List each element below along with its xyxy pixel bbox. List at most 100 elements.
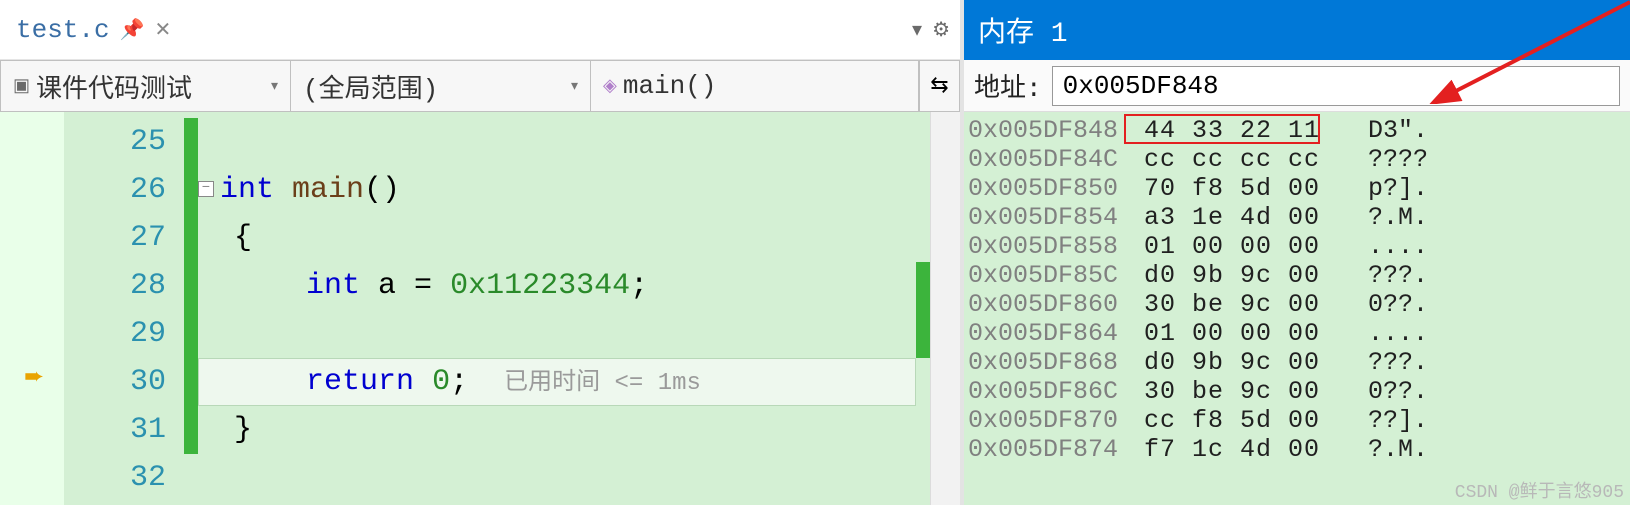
memory-row: 0x005DF874 f7 1c 4d 00 ?.M. bbox=[968, 435, 1626, 464]
line-number: 29 bbox=[64, 310, 166, 358]
line-number: 30 bbox=[64, 358, 166, 406]
memory-row: 0x005DF850 70 f8 5d 00 p?]. bbox=[968, 174, 1626, 203]
memory-address: 0x005DF860 bbox=[968, 290, 1128, 319]
memory-ascii: ??]. bbox=[1338, 406, 1428, 435]
function-scope-dropdown[interactable]: ◈ main() bbox=[591, 61, 919, 111]
code-line bbox=[198, 310, 930, 358]
code-line: −int main() bbox=[198, 166, 930, 214]
function-icon: ◈ bbox=[603, 75, 617, 97]
global-scope-dropdown[interactable]: (全局范围) ▾ bbox=[291, 61, 591, 111]
memory-row: 0x005DF860 30 be 9c 00 0??. bbox=[968, 290, 1626, 319]
memory-bytes: 30 be 9c 00 bbox=[1128, 377, 1338, 406]
code-line: return 0; 已用时间 <= 1ms bbox=[198, 358, 930, 406]
file-tab[interactable]: test.c 📌 ✕ bbox=[16, 15, 171, 45]
execution-pointer-icon: ➨ bbox=[24, 362, 44, 392]
memory-row: 0x005DF870 cc f8 5d 00 ??]. bbox=[968, 406, 1626, 435]
memory-bytes: 30 be 9c 00 bbox=[1128, 290, 1338, 319]
memory-address: 0x005DF870 bbox=[968, 406, 1128, 435]
pin-icon[interactable]: 📌 bbox=[120, 17, 145, 43]
code-area: ➨ 25 26 27 28 29 30 31 32 −int main() { … bbox=[0, 112, 960, 505]
scope-label: 课件代码测试 bbox=[36, 68, 192, 105]
memory-bytes: 01 00 00 00 bbox=[1128, 319, 1338, 348]
memory-ascii: D3". bbox=[1338, 116, 1428, 145]
code-line bbox=[198, 454, 930, 502]
fold-toggle-icon[interactable]: − bbox=[198, 181, 214, 197]
memory-ascii: ???? bbox=[1338, 145, 1428, 174]
memory-row: 0x005DF858 01 00 00 00 .... bbox=[968, 232, 1626, 261]
vertical-scrollbar[interactable] bbox=[930, 112, 960, 505]
line-number: 25 bbox=[64, 118, 166, 166]
memory-bytes: cc cc cc cc bbox=[1128, 145, 1338, 174]
line-number-gutter: 25 26 27 28 29 30 31 32 bbox=[64, 112, 184, 505]
memory-ascii: ???. bbox=[1338, 261, 1428, 290]
memory-dump[interactable]: 0x005DF848 44 33 22 11 D3".0x005DF84C cc… bbox=[964, 112, 1630, 505]
memory-panel-title[interactable]: 内存 1 bbox=[964, 0, 1630, 60]
memory-address: 0x005DF86C bbox=[968, 377, 1128, 406]
line-number: 27 bbox=[64, 214, 166, 262]
memory-ascii: 0??. bbox=[1338, 290, 1428, 319]
memory-bytes: 44 33 22 11 bbox=[1128, 116, 1338, 145]
address-input[interactable] bbox=[1052, 66, 1620, 106]
memory-address: 0x005DF850 bbox=[968, 174, 1128, 203]
line-number: 31 bbox=[64, 406, 166, 454]
memory-row: 0x005DF864 01 00 00 00 .... bbox=[968, 319, 1626, 348]
scope-label: main() bbox=[623, 71, 717, 101]
chevron-down-icon: ▾ bbox=[271, 78, 278, 95]
memory-bytes: d0 9b 9c 00 bbox=[1128, 348, 1338, 377]
memory-address: 0x005DF874 bbox=[968, 435, 1128, 464]
memory-ascii: p?]. bbox=[1338, 174, 1428, 203]
memory-panel: 内存 1 地址: 0x005DF848 44 33 22 11 D3".0x00… bbox=[960, 0, 1630, 505]
memory-ascii: ?.M. bbox=[1338, 203, 1428, 232]
line-number: 26 bbox=[64, 166, 166, 214]
modification-gutter bbox=[184, 112, 198, 505]
swap-icon: ⇆ bbox=[930, 73, 948, 99]
timing-hint: 已用时间 <= 1ms bbox=[504, 370, 701, 397]
memory-bytes: a3 1e 4d 00 bbox=[1128, 203, 1338, 232]
memory-address: 0x005DF84C bbox=[968, 145, 1128, 174]
title-text: 内存 1 bbox=[978, 10, 1068, 50]
code-line bbox=[198, 118, 930, 166]
breakpoint-gutter[interactable]: ➨ bbox=[0, 112, 64, 505]
memory-row: 0x005DF868 d0 9b 9c 00 ???. bbox=[968, 348, 1626, 377]
code-body[interactable]: −int main() { int a = 0x11223344; return… bbox=[198, 112, 930, 505]
memory-address: 0x005DF864 bbox=[968, 319, 1128, 348]
memory-ascii: 0??. bbox=[1338, 377, 1428, 406]
memory-bytes: cc f8 5d 00 bbox=[1128, 406, 1338, 435]
code-editor-pane: test.c 📌 ✕ ▾ ⚙ ▣ 课件代码测试 ▾ (全局范围) ▾ ◈ mai… bbox=[0, 0, 960, 505]
memory-address-row: 地址: bbox=[964, 60, 1630, 112]
code-line: { bbox=[198, 214, 930, 262]
memory-address: 0x005DF868 bbox=[968, 348, 1128, 377]
scope-label: (全局范围) bbox=[303, 68, 438, 105]
memory-row: 0x005DF84C cc cc cc cc ???? bbox=[968, 145, 1626, 174]
chevron-down-icon: ▾ bbox=[571, 78, 578, 95]
memory-row: 0x005DF85C d0 9b 9c 00 ???. bbox=[968, 261, 1626, 290]
gear-icon[interactable]: ⚙ bbox=[932, 17, 950, 43]
memory-ascii: ???. bbox=[1338, 348, 1428, 377]
code-line: int a = 0x11223344; bbox=[198, 262, 930, 310]
memory-ascii: .... bbox=[1338, 319, 1428, 348]
memory-address: 0x005DF854 bbox=[968, 203, 1128, 232]
tab-overflow-caret-icon[interactable]: ▾ bbox=[912, 17, 922, 43]
navigation-bar: ▣ 课件代码测试 ▾ (全局范围) ▾ ◈ main() ⇆ bbox=[0, 60, 960, 112]
line-number: 32 bbox=[64, 454, 166, 502]
project-icon: ▣ bbox=[13, 75, 30, 97]
tab-filename: test.c bbox=[16, 15, 110, 45]
memory-address: 0x005DF85C bbox=[968, 261, 1128, 290]
project-scope-dropdown[interactable]: ▣ 课件代码测试 ▾ bbox=[1, 61, 291, 111]
line-number: 28 bbox=[64, 262, 166, 310]
memory-bytes: d0 9b 9c 00 bbox=[1128, 261, 1338, 290]
tab-row: test.c 📌 ✕ ▾ ⚙ bbox=[0, 0, 960, 60]
memory-bytes: f7 1c 4d 00 bbox=[1128, 435, 1338, 464]
memory-row: 0x005DF86C 30 be 9c 00 0??. bbox=[968, 377, 1626, 406]
memory-bytes: 01 00 00 00 bbox=[1128, 232, 1338, 261]
watermark: CSDN @鲜于言悠905 bbox=[1455, 477, 1624, 503]
close-icon[interactable]: ✕ bbox=[155, 17, 172, 43]
memory-address: 0x005DF848 bbox=[968, 116, 1128, 145]
memory-row: 0x005DF848 44 33 22 11 D3". bbox=[968, 116, 1626, 145]
code-line: } bbox=[198, 406, 930, 454]
address-label: 地址: bbox=[974, 67, 1042, 104]
memory-ascii: ?.M. bbox=[1338, 435, 1428, 464]
memory-row: 0x005DF854 a3 1e 4d 00 ?.M. bbox=[968, 203, 1626, 232]
modified-marker bbox=[184, 118, 198, 454]
swap-pane-button[interactable]: ⇆ bbox=[919, 61, 959, 111]
